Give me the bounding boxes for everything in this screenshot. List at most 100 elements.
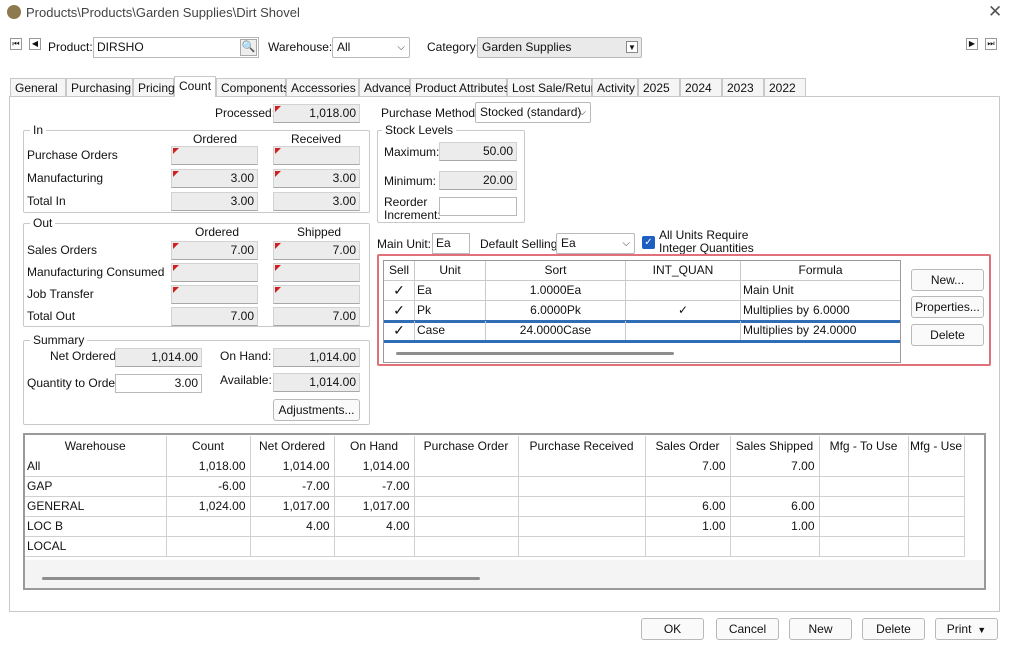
warehouse-header-count[interactable]: Count [166, 436, 251, 456]
tab-advanced[interactable]: Advanced [359, 78, 417, 97]
warehouse-value-cell: 6.00 [730, 496, 820, 517]
warehouse-row[interactable]: All 1,018.00 1,014.00 1,014.00 7.00 7.00 [25, 456, 965, 477]
horizontal-scrollbar[interactable] [396, 352, 674, 355]
warehouse-value-cell: 1,018.00 [166, 456, 251, 477]
warehouse-value-cell [730, 536, 820, 557]
units-header-sell[interactable]: Sell [384, 261, 415, 281]
warehouse-header-purchase-order[interactable]: Purchase Order [414, 436, 519, 456]
minimum-field[interactable]: 20.00 [439, 171, 517, 190]
adjustments-button[interactable]: Adjustments... [273, 399, 360, 421]
selection-line [384, 340, 900, 343]
tab-activity[interactable]: Activity [592, 78, 638, 97]
tab-count[interactable]: Count [174, 76, 216, 97]
app-icon [7, 5, 21, 19]
warehouse-header-mfg-to-use[interactable]: Mfg - To Use [819, 436, 909, 456]
out-job-transfer-shipped[interactable] [273, 285, 360, 304]
tab-2024[interactable]: 2024 [680, 78, 722, 97]
warehouse-header-warehouse[interactable]: Warehouse [25, 436, 167, 456]
purchase-method-label: Purchase Method: [381, 106, 479, 120]
tab-accessories[interactable]: Accessories [286, 78, 359, 97]
out-mfg-consumed-shipped[interactable] [273, 263, 360, 282]
units-row[interactable]: ✓ Pk 6.0000Pk ✓ Multiplies by 6.0000 [384, 301, 900, 321]
warehouse-header-on-hand[interactable]: On Hand [334, 436, 415, 456]
new-button[interactable]: New [789, 618, 852, 640]
tab-2023[interactable]: 2023 [722, 78, 764, 97]
units-cell-formula: Main Unit [741, 281, 900, 301]
search-icon[interactable]: 🔍 [240, 39, 257, 56]
warehouse-value-cell: 7.00 [645, 456, 731, 477]
warehouse-row[interactable]: GAP -6.00 -7.00 -7.00 [25, 476, 965, 497]
net-ordered-field: 1,014.00 [115, 348, 202, 367]
in-manufacturing-received[interactable]: 3.00 [273, 169, 360, 188]
tab-pricing[interactable]: Pricing [133, 78, 175, 97]
tab-purchasing[interactable]: Purchasing [66, 78, 133, 97]
warehouse-value-cell [819, 476, 909, 497]
print-button[interactable]: Print ▼ [935, 618, 998, 640]
properties-button[interactable]: Properties... [911, 296, 984, 318]
last-record-button[interactable]: ⏭ [985, 38, 997, 50]
units-cell-sort: 6.0000Pk [486, 301, 626, 321]
warehouse-value-cell [334, 536, 415, 557]
chevron-down-icon: ⌵ [397, 42, 405, 53]
out-mfg-consumed-ordered[interactable] [171, 263, 258, 282]
warehouse-header-sales-shipped[interactable]: Sales Shipped [730, 436, 820, 456]
warehouse-value-cell: 6.00 [645, 496, 731, 517]
warehouse-header-purchase-received[interactable]: Purchase Received [518, 436, 646, 456]
units-cell-int-quan: ✓ [626, 301, 741, 321]
next-record-button[interactable]: ▶ [966, 38, 978, 50]
warehouse-header-mfg-use[interactable]: Mfg - Use [908, 436, 965, 456]
ok-button[interactable]: OK [641, 618, 704, 640]
warehouse-label: Warehouse: [268, 40, 333, 54]
warehouse-row[interactable]: GENERAL 1,024.00 1,017.00 1,017.00 6.00 6.00 [25, 496, 965, 517]
units-row[interactable]: ✓ Ea 1.0000Ea Main Unit [384, 281, 900, 301]
delete-button[interactable]: Delete [862, 618, 925, 640]
cancel-button[interactable]: Cancel [716, 618, 779, 640]
in-row-label-manufacturing: Manufacturing [27, 171, 104, 185]
category-select[interactable]: Garden Supplies ▼ [477, 37, 642, 58]
new-unit-button[interactable]: New... [911, 269, 984, 291]
warehouse-value-cell [908, 476, 965, 497]
units-header-int-quan[interactable]: INT_QUAN [626, 261, 741, 281]
out-sales-orders-shipped[interactable]: 7.00 [273, 241, 360, 260]
tab-product-attributes[interactable]: Product Attributes [410, 78, 510, 97]
out-sales-orders-ordered[interactable]: 7.00 [171, 241, 258, 260]
product-input[interactable]: DIRSHO 🔍 [93, 37, 259, 58]
quantity-to-order-input[interactable]: 3.00 [115, 374, 202, 393]
units-row[interactable]: ✓ Case 24.0000Case Multiplies by 24.0000 [384, 321, 900, 341]
warehouse-header-net-ordered[interactable]: Net Ordered [250, 436, 335, 456]
first-record-button[interactable]: ⏮ [10, 38, 22, 50]
warehouse-select[interactable]: All ⌵ [332, 37, 410, 58]
units-header-formula[interactable]: Formula [741, 261, 900, 281]
warehouse-row[interactable]: LOCAL [25, 536, 965, 557]
warehouse-name-cell: GAP [25, 476, 167, 497]
warehouse-name-cell: LOCAL [25, 536, 167, 557]
processed-field[interactable]: 1,018.00 [273, 104, 360, 123]
main-unit-input[interactable]: Ea [432, 233, 470, 254]
tab-2022[interactable]: 2022 [764, 78, 806, 97]
delete-unit-button[interactable]: Delete [911, 324, 984, 346]
tab-components[interactable]: Components [216, 78, 289, 97]
close-icon[interactable]: ✕ [988, 2, 1002, 22]
in-manufacturing-ordered[interactable]: 3.00 [171, 169, 258, 188]
reorder-increment-input[interactable] [439, 197, 517, 216]
in-purchase-orders-received[interactable] [273, 146, 360, 165]
prev-record-button[interactable]: ◀ [29, 38, 41, 50]
chevron-down-icon: ⌵ [578, 107, 586, 118]
maximum-field[interactable]: 50.00 [439, 142, 517, 161]
default-selling-select[interactable]: Ea ⌵ [556, 233, 635, 254]
tab-lost-sale-return[interactable]: Lost Sale/Return [507, 78, 601, 97]
warehouse-row[interactable]: LOC B 4.00 4.00 1.00 1.00 [25, 516, 965, 537]
warehouse-grid-header-row: Warehouse Count Net Ordered On Hand Purchase… [25, 436, 965, 456]
tab-general[interactable]: General [10, 78, 66, 97]
units-grid: Sell Unit Sort INT_QUAN Formula ✓ Ea 1.0000Ea M… [383, 260, 901, 363]
purchase-method-select[interactable]: Stocked (standard) ⌵ [475, 102, 591, 123]
out-job-transfer-ordered[interactable] [171, 285, 258, 304]
units-header-unit[interactable]: Unit [415, 261, 486, 281]
in-purchase-orders-ordered[interactable] [171, 146, 258, 165]
warehouse-header-sales-order[interactable]: Sales Order [645, 436, 731, 456]
main-unit-label: Main Unit: [377, 237, 432, 251]
tab-2025[interactable]: 2025 [638, 78, 680, 97]
integer-quantities-checkbox[interactable]: ✓ [642, 236, 655, 249]
units-header-sort[interactable]: Sort [486, 261, 626, 281]
warehouse-horizontal-scrollbar[interactable] [42, 577, 480, 580]
